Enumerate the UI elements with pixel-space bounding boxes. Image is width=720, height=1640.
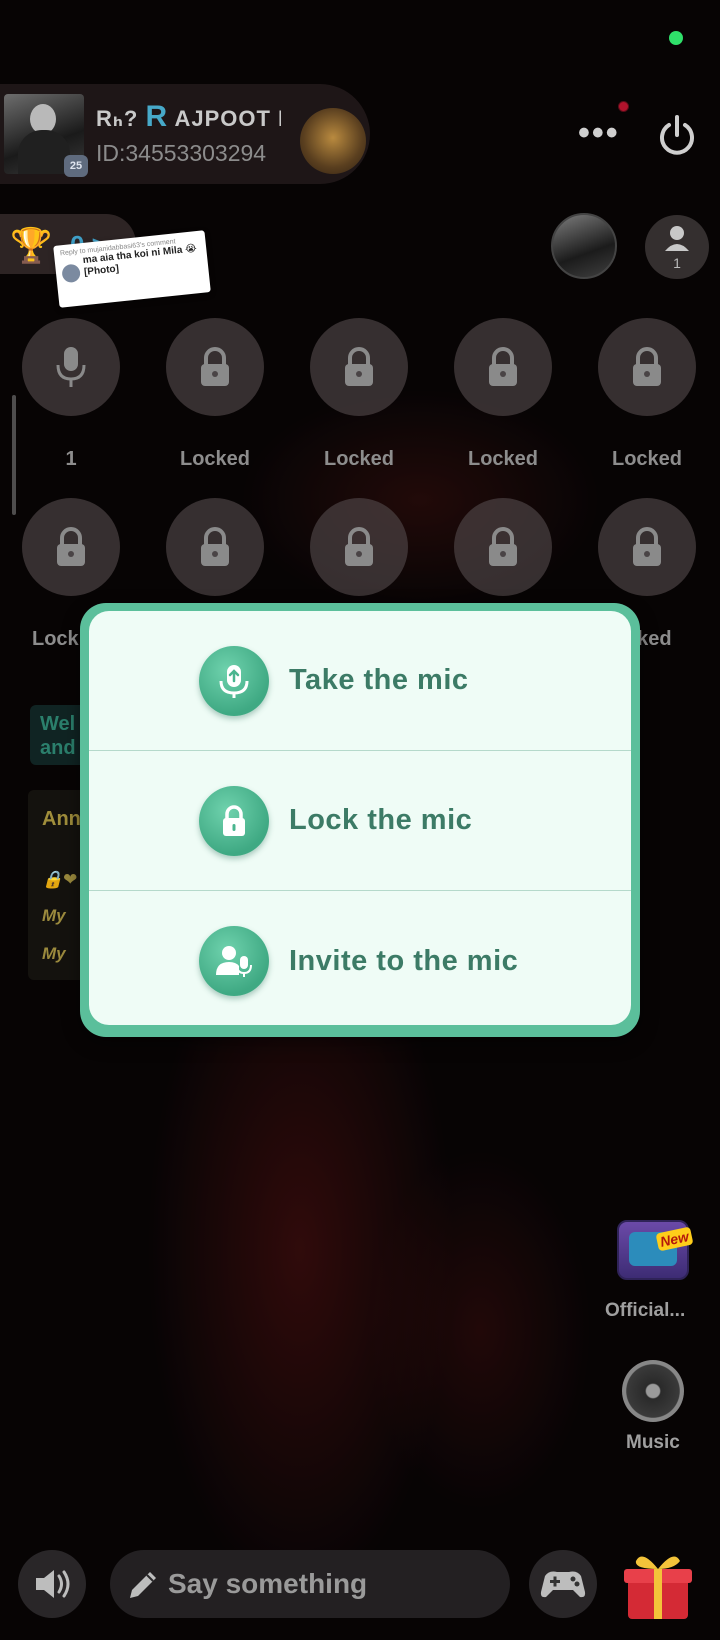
welcome-message: Wel and — [40, 713, 76, 759]
take-mic-label: Take the mic — [289, 664, 469, 696]
lock-icon — [345, 347, 373, 386]
mic-seat-6[interactable] — [22, 498, 120, 596]
seat-label: 1 — [65, 448, 77, 470]
speaker-icon — [36, 1570, 70, 1598]
lock-icon — [489, 527, 517, 566]
seat-label: Locked — [179, 448, 251, 470]
lock-icon — [57, 527, 85, 566]
more-options-button[interactable]: ••• — [578, 116, 620, 150]
official-label: Official... — [605, 1300, 686, 1321]
mic-seat-5[interactable] — [598, 318, 696, 416]
power-icon[interactable] — [655, 113, 699, 157]
room-id: ID:34553303294 — [96, 140, 267, 166]
announcement-label: Ann — [42, 808, 81, 830]
room-name-prefix: Rₕ? — [96, 106, 139, 131]
comment-avatar — [61, 263, 82, 284]
room-name-rest: AJPOOT I — [174, 106, 281, 131]
speaker-button[interactable] — [18, 1550, 86, 1618]
mic-action-menu: Take the mic Lock the mic Invite to the … — [89, 611, 631, 1025]
lock-icon — [633, 527, 661, 566]
mic-seat-2[interactable] — [166, 318, 264, 416]
take-mic-icon — [199, 645, 269, 716]
mic-seat-3[interactable] — [310, 318, 408, 416]
invite-mic-option[interactable]: Invite to the mic — [89, 891, 631, 1025]
seat-scroll-indicator — [12, 395, 16, 515]
seat-label: Locked — [467, 448, 539, 470]
announcement-line: My — [42, 906, 66, 925]
lock-icon — [201, 347, 229, 386]
lock-icon — [199, 785, 269, 856]
invite-user-mic-icon — [199, 926, 269, 996]
music-label: Music — [626, 1432, 680, 1453]
room-rank-badge[interactable] — [300, 108, 366, 174]
mic-action-popup: Take the mic Lock the mic Invite to the … — [80, 603, 640, 1037]
microphone-icon — [56, 347, 86, 387]
announcement-line: 🔒❤ — [42, 870, 78, 889]
mic-seat-4[interactable] — [454, 318, 552, 416]
viewers-count: 1 — [673, 255, 681, 271]
avatar-figure-body — [18, 130, 70, 174]
host-avatar[interactable] — [551, 213, 617, 279]
notification-dot — [618, 101, 629, 112]
seat-label: Locked — [323, 448, 395, 470]
trophy-icon: 🏆 — [10, 227, 53, 265]
mic-seat-10[interactable] — [598, 498, 696, 596]
online-status-dot — [669, 31, 683, 45]
message-input[interactable] — [110, 1550, 510, 1618]
gift-icon[interactable] — [622, 1545, 694, 1623]
lock-icon — [633, 347, 661, 386]
take-mic-option[interactable]: Take the mic — [89, 611, 631, 751]
mic-seat-7[interactable] — [166, 498, 264, 596]
room-name-accent: R — [145, 100, 169, 133]
announcement-line: My — [42, 944, 66, 963]
lock-icon — [201, 527, 229, 566]
pencil-icon — [130, 1572, 156, 1598]
lock-mic-label: Lock the mic — [289, 804, 473, 836]
level-badge: 25 — [64, 155, 88, 177]
viewers-button[interactable]: 1 — [645, 215, 709, 279]
mic-seat-9[interactable] — [454, 498, 552, 596]
music-disc-icon[interactable] — [622, 1360, 684, 1422]
mic-seat-1[interactable] — [22, 318, 120, 416]
game-button[interactable] — [529, 1550, 597, 1618]
gamepad-icon — [540, 1571, 586, 1598]
seat-label: Locked — [611, 448, 683, 470]
mic-seat-8[interactable] — [310, 498, 408, 596]
room-name: Rₕ? R AJPOOT I — [96, 100, 281, 134]
lock-icon — [489, 347, 517, 386]
invite-mic-label: Invite to the mic — [289, 944, 519, 977]
lock-mic-option[interactable]: Lock the mic — [89, 751, 631, 891]
lock-icon — [345, 527, 373, 566]
